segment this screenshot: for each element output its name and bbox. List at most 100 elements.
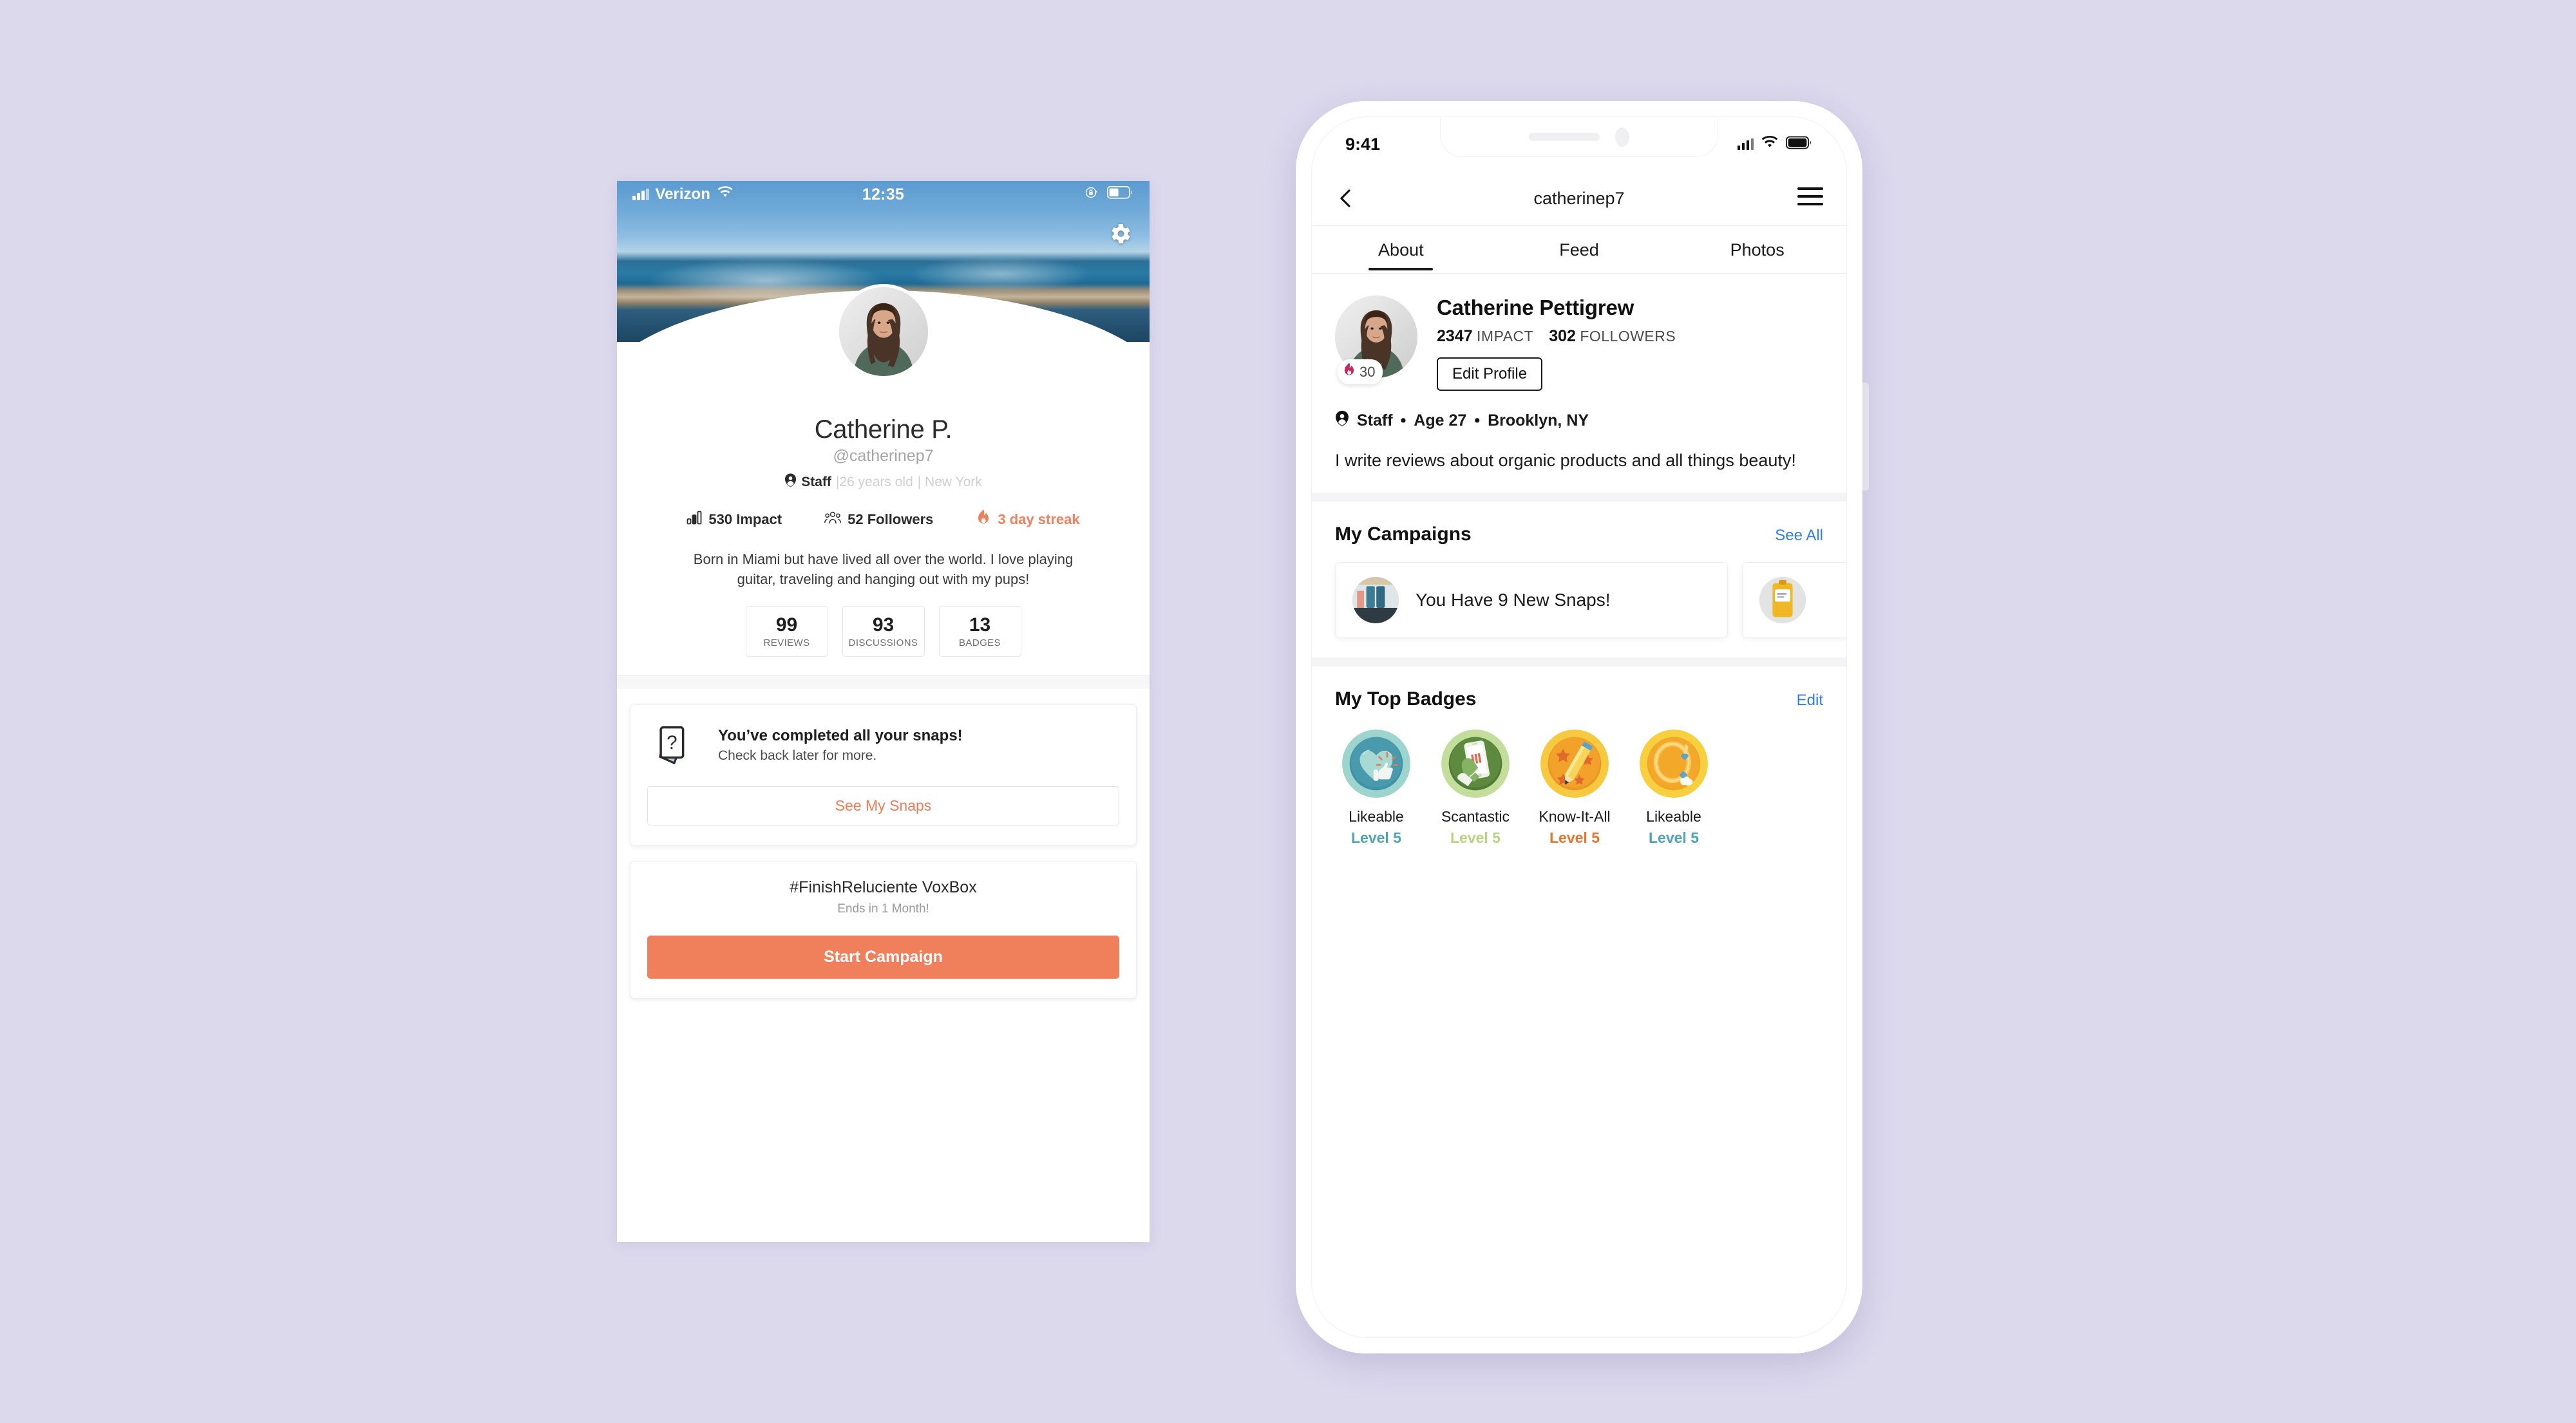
battery-icon bbox=[1107, 185, 1134, 203]
badge-name: Know-It-All bbox=[1539, 808, 1611, 825]
impact-stat[interactable]: 530 Impact bbox=[687, 511, 782, 529]
counter-boxes: 99 REVIEWS 93 DISCUSSIONS 13 BADGES bbox=[617, 606, 1150, 657]
campaigns-section: My Campaigns See All You Have 9 New Snap… bbox=[1312, 502, 1846, 658]
see-my-snaps-button[interactable]: See My Snaps bbox=[647, 786, 1119, 825]
counter-badges[interactable]: 13 BADGES bbox=[938, 606, 1021, 657]
edit-badges-link[interactable]: Edit bbox=[1797, 692, 1823, 710]
role-label: Staff bbox=[801, 475, 831, 489]
svg-text:?: ? bbox=[667, 732, 677, 753]
meta-dot: • bbox=[1474, 411, 1481, 429]
campaign-subtitle: Ends in 1 Month! bbox=[837, 901, 929, 916]
tab-label: About bbox=[1378, 240, 1424, 259]
badge-item[interactable]: Likeable Level 5 bbox=[1335, 730, 1417, 847]
tab-about[interactable]: About bbox=[1312, 226, 1490, 273]
counter-label: REVIEWS bbox=[763, 637, 810, 648]
badge-name: Scantastic bbox=[1441, 808, 1510, 825]
impact-count[interactable]: 2347 IMPACT bbox=[1437, 327, 1533, 346]
counter-reviews[interactable]: 99 REVIEWS bbox=[745, 606, 828, 657]
snaps-card: ? You’ve completed all your snaps! Check… bbox=[630, 704, 1137, 845]
snaps-heading: You’ve completed all your snaps! bbox=[718, 727, 963, 745]
profile-bio: I write reviews about organic products a… bbox=[1335, 451, 1796, 470]
snaps-subheading: Check back later for more. bbox=[718, 748, 877, 764]
flame-icon bbox=[1343, 363, 1356, 381]
carrier-label: Verizon bbox=[655, 185, 710, 203]
counter-label: DISCUSSIONS bbox=[848, 637, 918, 648]
signal-bars-icon bbox=[1737, 138, 1754, 150]
impact-label: 530 Impact bbox=[708, 511, 782, 527]
tab-active-underline bbox=[1368, 268, 1434, 270]
staff-badge-icon bbox=[1335, 410, 1349, 431]
badges-title: My Top Badges bbox=[1335, 688, 1477, 710]
clock-label: 12:35 bbox=[862, 185, 905, 203]
profile-meta: Staff |26 years old | New York bbox=[617, 473, 1150, 491]
followers-stat[interactable]: 52 Followers bbox=[824, 511, 933, 529]
heart-thumbsup-badge-icon bbox=[1342, 730, 1410, 798]
role-label: Staff bbox=[1357, 411, 1393, 429]
avatar[interactable] bbox=[835, 284, 931, 379]
badge-level: Level 5 bbox=[1351, 829, 1401, 847]
section-divider bbox=[1312, 657, 1846, 667]
gear-icon[interactable] bbox=[1107, 221, 1133, 247]
section-divider bbox=[617, 674, 1150, 689]
profile-name: Catherine P. bbox=[814, 415, 952, 444]
counter-label: BADGES bbox=[959, 637, 1001, 648]
badge-name: Likeable bbox=[1349, 808, 1404, 825]
age-label: Age 27 bbox=[1414, 411, 1467, 429]
profile-handle: @catherinep7 bbox=[833, 447, 934, 465]
streak-value: 30 bbox=[1359, 363, 1376, 380]
tab-bar: About Feed Photos bbox=[1312, 225, 1846, 274]
question-cards-icon: ? bbox=[654, 722, 701, 769]
right-phone-device: 9:41 catherinep7 About Feed Photos 30 Ca… bbox=[1296, 101, 1862, 1353]
campaign-card[interactable] bbox=[1742, 562, 1846, 639]
impact-label: IMPACT bbox=[1477, 328, 1534, 344]
followers-count[interactable]: 302 FOLLOWERS bbox=[1549, 327, 1676, 346]
location-label: | New York bbox=[917, 475, 982, 489]
counter-value: 99 bbox=[775, 614, 798, 636]
counter-value: 93 bbox=[872, 614, 895, 636]
right-phone-screen: 9:41 catherinep7 About Feed Photos 30 Ca… bbox=[1311, 117, 1847, 1338]
rotation-lock-icon bbox=[1084, 185, 1099, 205]
campaign-card[interactable]: You Have 9 New Snaps! bbox=[1335, 562, 1728, 639]
tab-feed[interactable]: Feed bbox=[1490, 226, 1669, 273]
location-label: Brooklyn, NY bbox=[1488, 411, 1589, 429]
flame-icon bbox=[976, 509, 991, 530]
page-title: catherinep7 bbox=[1533, 188, 1625, 208]
left-phone-screenshot: Verizon 12:35 Catherine P. @catherinep7 … bbox=[617, 181, 1150, 1242]
campaign-label: You Have 9 New Snaps! bbox=[1416, 590, 1611, 610]
counter-value: 13 bbox=[969, 614, 991, 636]
badge-level: Level 5 bbox=[1450, 829, 1501, 847]
profile-section: 30 Catherine Pettigrew 2347 IMPACT 302 F… bbox=[1312, 274, 1846, 493]
followers-label: FOLLOWERS bbox=[1580, 328, 1676, 344]
badge-item[interactable]: Know-It-All Level 5 bbox=[1533, 730, 1616, 847]
campaign-card: #FinishReluciente VoxBox Ends in 1 Month… bbox=[630, 860, 1137, 999]
tab-photos[interactable]: Photos bbox=[1668, 226, 1846, 273]
phone-scan-badge-icon bbox=[1441, 730, 1510, 798]
left-status-bar: Verizon 12:35 bbox=[617, 181, 1150, 208]
badges-section: My Top Badges Edit Likeable Level 5 Scan… bbox=[1312, 666, 1846, 867]
followers-icon bbox=[824, 511, 842, 529]
impact-bars-icon bbox=[687, 511, 702, 529]
streak-label: 3 day streak bbox=[998, 511, 1080, 527]
badge-item[interactable]: Scantastic Level 5 bbox=[1434, 730, 1517, 847]
see-all-link[interactable]: See All bbox=[1775, 527, 1823, 545]
badge-name: Likeable bbox=[1646, 808, 1701, 825]
clock-label: 9:41 bbox=[1345, 134, 1381, 154]
badge-item[interactable]: Likeable Level 5 bbox=[1633, 730, 1715, 847]
impact-value: 2347 bbox=[1437, 327, 1473, 345]
counter-discussions[interactable]: 93 DISCUSSIONS bbox=[842, 606, 925, 657]
campaign-title: #FinishReluciente VoxBox bbox=[790, 878, 977, 896]
chevron-left-icon[interactable] bbox=[1335, 187, 1357, 209]
tab-label: Photos bbox=[1730, 240, 1785, 259]
right-status-bar: 9:41 bbox=[1312, 117, 1846, 171]
edit-profile-button[interactable]: Edit Profile bbox=[1437, 357, 1543, 391]
hamburger-menu-icon[interactable] bbox=[1797, 187, 1823, 209]
profile-bio: Born in Miami but have lived all over th… bbox=[693, 551, 1074, 588]
campaigns-title: My Campaigns bbox=[1335, 523, 1472, 545]
streak-stat[interactable]: 3 day streak bbox=[976, 509, 1080, 530]
start-campaign-button[interactable]: Start Campaign bbox=[647, 935, 1119, 979]
profile-stats-row: 530 Impact 52 Followers 3 day streak bbox=[617, 509, 1150, 530]
profile-full-name: Catherine Pettigrew bbox=[1437, 296, 1634, 319]
meta-dot: • bbox=[1400, 411, 1406, 429]
badge-level: Level 5 bbox=[1549, 829, 1600, 847]
bracelet-badge-icon bbox=[1640, 730, 1708, 798]
